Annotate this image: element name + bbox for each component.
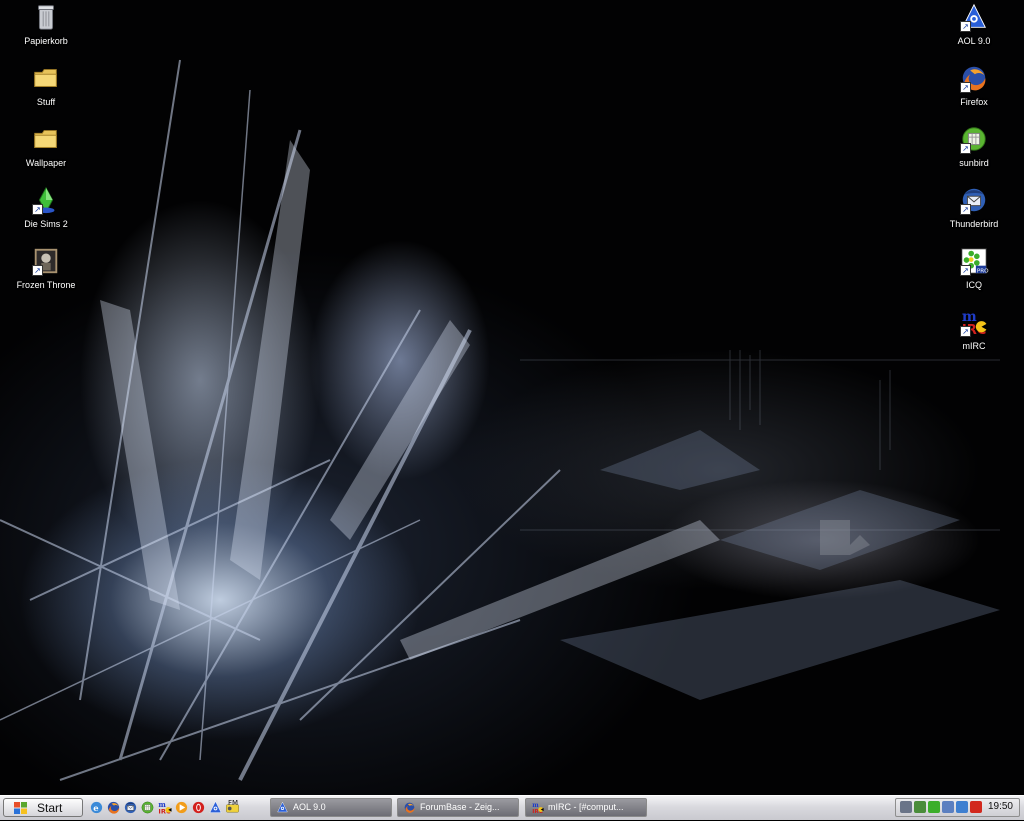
mirc-icon: m IRC [531,801,544,815]
quick-launch-bar: e m IRC FM [89,799,240,816]
desktop-icon-papierkorb[interactable]: Papierkorb [8,2,84,46]
frozen-throne-icon: ↗ [30,246,62,278]
quick-launch-fm-radio-icon[interactable]: FM [225,799,240,815]
system-tray: 19:50 [895,798,1020,817]
desktop-icon-frozen-throne[interactable]: ↗ Frozen Throne [8,246,84,290]
desktop-icon-label: Thunderbird [949,219,999,229]
mirc-icon: m IRC ↗ [958,307,990,339]
desktop-icon-label: Die Sims 2 [24,219,68,229]
start-button[interactable]: Start [3,798,83,817]
desktop-icon-icq[interactable]: PRO ↗ ICQ [936,246,1012,290]
desktop-icon-mirc[interactable]: m IRC ↗ mIRC [936,307,1012,351]
volume-icon[interactable] [942,801,954,813]
quick-launch-sunbird-icon[interactable] [140,800,155,815]
quick-launch-media-player-icon[interactable] [174,800,189,815]
shortcut-arrow-icon: ↗ [960,82,971,93]
shortcut-arrow-icon: ↗ [960,21,971,32]
desktop-icon-die-sims-2[interactable]: ↗ Die Sims 2 [8,185,84,229]
folder-icon [30,124,62,156]
firefox-icon [403,801,416,814]
shortcut-arrow-icon: ↗ [960,265,971,276]
desktop-icon-sunbird[interactable]: ↗ sunbird [936,124,1012,168]
desktop-icon-wallpaper[interactable]: Wallpaper [8,124,84,168]
image-icon[interactable] [956,801,968,813]
quick-launch-mirc-icon[interactable]: m IRC [157,800,172,816]
network-icon[interactable] [914,801,926,813]
recycle-bin-icon [30,2,62,34]
desktop-icon-label: sunbird [959,158,989,168]
wallpaper [0,59,1000,781]
desktop-icon-label: Frozen Throne [16,280,76,290]
desktop: Papierkorb Stuff Wallpaper ↗ Die Sims 2 ↗ Froz… [0,0,1024,795]
start-label: Start [37,801,63,815]
desktop-icon-label: Papierkorb [24,36,68,46]
display-icon[interactable] [900,801,912,813]
icq-tray-icon[interactable] [928,801,940,813]
desktop-icon-label: Firefox [960,97,988,107]
firefox-icon: ↗ [958,63,990,95]
thunderbird-icon: ↗ [958,185,990,217]
desktop-icon-thunderbird[interactable]: ↗ Thunderbird [936,185,1012,229]
shortcut-arrow-icon: ↗ [32,265,43,276]
desktop-icon-stuff[interactable]: Stuff [8,63,84,107]
shortcut-arrow-icon: ↗ [32,204,43,215]
svg-text:PRO: PRO [977,268,989,274]
folder-icon [30,63,62,95]
desktop-icon-label: AOL 9.0 [957,36,991,46]
taskbar: Start e m IRC FM AOL 9.0 ForumBase - Zeig...… [0,795,1024,820]
clock[interactable]: 19:50 [988,801,1013,812]
sunbird-icon: ↗ [958,124,990,156]
svg-text:e: e [93,803,98,813]
desktop-icon-label: Wallpaper [25,158,67,168]
desktop-icon-firefox[interactable]: ↗ Firefox [936,63,1012,107]
quick-launch-aol-icon[interactable] [208,800,223,815]
taskbar-button-label: AOL 9.0 [293,802,326,812]
antivirus-icon[interactable] [970,801,982,813]
quick-launch-opera-icon[interactable] [191,800,206,815]
windows-logo-icon [14,802,27,814]
sims2-icon: ↗ [30,185,62,217]
taskbar-button-mirc[interactable]: m IRC mIRC - [#comput... [525,798,647,817]
quick-launch-thunderbird-icon[interactable] [123,800,138,815]
desktop-icon-label: mIRC [962,341,986,351]
quick-launch-label: FM [228,799,239,807]
taskbar-button-aol[interactable]: AOL 9.0 [270,798,392,817]
aol-icon: ↗ [958,2,990,34]
desktop-icon-label: ICQ [965,280,982,290]
aol-icon [276,801,289,814]
svg-text:m: m [532,802,539,809]
shortcut-arrow-icon: ↗ [960,204,971,215]
desktop-icon-aol-9-0[interactable]: ↗ AOL 9.0 [936,2,1012,46]
shortcut-arrow-icon: ↗ [960,143,971,154]
taskbar-button-label: ForumBase - Zeig... [420,802,500,812]
icq-icon: PRO ↗ [958,246,990,278]
taskbar-button-firefox[interactable]: ForumBase - Zeig... [397,798,519,817]
quick-launch-ie-icon[interactable]: e [89,800,104,815]
tray-icons [900,801,982,813]
quick-launch-firefox-icon[interactable] [106,800,121,815]
taskbar-button-label: mIRC - [#comput... [548,802,624,812]
shortcut-arrow-icon: ↗ [960,326,971,337]
desktop-icon-label: Stuff [36,97,56,107]
